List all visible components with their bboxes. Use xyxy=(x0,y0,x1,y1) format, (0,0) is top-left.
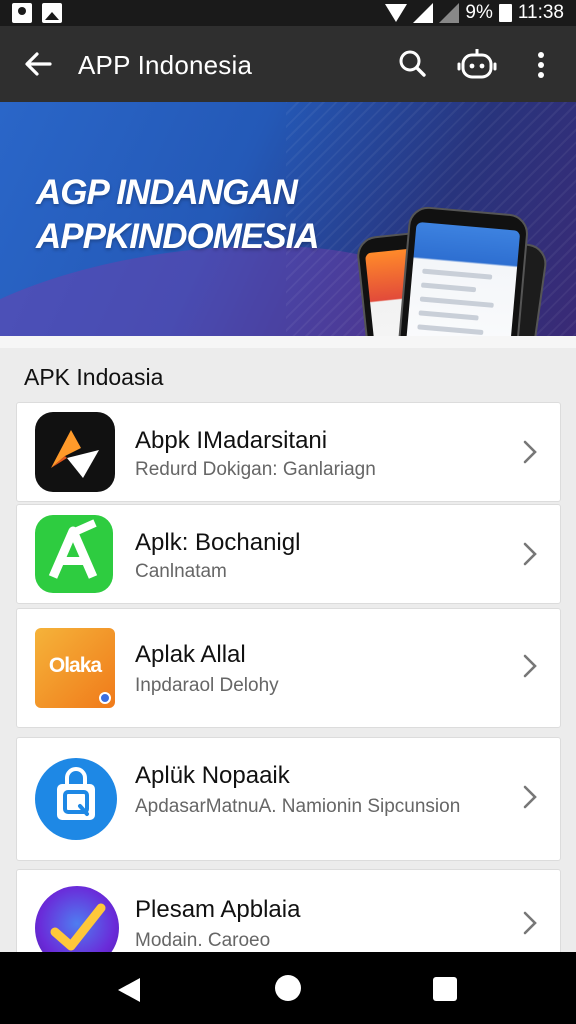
app-subtitle: Inpdaraol Delohy xyxy=(135,675,279,696)
app-title: Aplak Allal xyxy=(135,641,246,668)
more-options-button[interactable] xyxy=(528,44,554,86)
search-button[interactable] xyxy=(393,44,433,84)
nav-recent-icon[interactable] xyxy=(433,977,457,1001)
page-title: APP Indonesia xyxy=(78,50,253,80)
app-subtitle: Modain. Caroeo xyxy=(135,930,271,951)
phone-ui-line xyxy=(422,268,493,280)
phone-illustration-front xyxy=(390,205,530,336)
battery-percent: 9% xyxy=(465,2,493,23)
app-list-item[interactable]: Aplk: Bochanigl Canlnatam xyxy=(16,504,561,604)
back-button[interactable] xyxy=(18,44,60,84)
promo-banner[interactable]: AGP INDANGAN APPKINDOMESIA xyxy=(0,102,576,336)
status-bar: 9% 11:38 xyxy=(0,0,576,26)
phone-ui-line xyxy=(420,282,477,293)
clock: 11:38 xyxy=(517,2,564,23)
more-vert-icon xyxy=(538,52,544,78)
status-system: 9% 11:38 xyxy=(385,2,564,24)
assistant-button[interactable] xyxy=(456,44,498,86)
signal-secondary-icon xyxy=(439,3,460,23)
app-icon-text: Olaka xyxy=(48,654,102,677)
chevron-right-icon xyxy=(523,440,537,464)
phone-ui-line xyxy=(418,310,479,321)
phone-ui-line xyxy=(419,296,494,308)
green-a-app-icon xyxy=(35,515,113,593)
app-list-item[interactable]: Abpk IMadarsitani Redurd Dokigan: Ganlar… xyxy=(16,402,561,502)
phone-ui-line xyxy=(417,324,484,336)
bot-icon xyxy=(457,49,497,79)
phone-front-screen xyxy=(399,221,521,336)
chevron-right-icon xyxy=(523,911,537,935)
notification-icon xyxy=(12,3,32,23)
system-nav-bar xyxy=(0,952,576,1024)
app-title: Plesam Apblaia xyxy=(135,896,301,923)
status-notifications xyxy=(12,3,62,23)
signal-icon xyxy=(413,3,434,23)
banner-headline-line1: AGP INDANGAN xyxy=(36,173,298,212)
app-subtitle: Redurd Dokigan: Ganlariagn xyxy=(135,459,376,480)
app-logo-graphic xyxy=(48,519,98,579)
battery-icon xyxy=(498,4,512,22)
section-title: APK Indoasia xyxy=(24,364,164,390)
section-divider xyxy=(0,336,576,348)
app-list-item[interactable]: Plesam Apblaia Modain. Caroeo xyxy=(16,869,561,970)
app-subtitle: Canlnatam xyxy=(135,561,227,582)
app-logo-graphic xyxy=(51,430,99,478)
chevron-right-icon xyxy=(523,542,537,566)
screen: 9% 11:38 APP Indonesia AGP INDANGAN APPK… xyxy=(0,0,576,1024)
app-title: Aplk: Bochanigl xyxy=(135,529,301,556)
nav-home-icon[interactable] xyxy=(275,975,301,1001)
orange-chevron-app-icon xyxy=(35,412,115,492)
app-logo-graphic xyxy=(57,767,95,820)
app-list-item[interactable]: Olaka Aplak Allal Inpdaraol Delohy xyxy=(16,608,561,728)
wifi-icon xyxy=(385,4,408,22)
app-title: Aplük Nopaaik xyxy=(135,762,290,789)
chevron-right-icon xyxy=(523,785,537,809)
app-icon-badge xyxy=(99,692,111,704)
back-arrow-icon xyxy=(25,52,52,76)
nav-back-icon[interactable] xyxy=(116,976,142,1004)
image-notification-icon xyxy=(42,3,62,23)
orange-olaka-app-icon: Olaka xyxy=(35,628,115,708)
app-bar: APP Indonesia xyxy=(0,26,576,102)
app-subtitle: ApdasarMatnuA. Namionin Sipcunsion xyxy=(135,796,461,817)
app-title: Abpk IMadarsitani xyxy=(135,427,328,454)
blue-bag-app-icon xyxy=(35,758,117,840)
app-list-item[interactable]: Aplük Nopaaik ApdasarMatnuA. Namionin Si… xyxy=(16,737,561,861)
chevron-right-icon xyxy=(523,654,537,678)
banner-headline-line2: APPKINDOMESIA xyxy=(36,217,320,256)
search-icon xyxy=(399,50,426,77)
